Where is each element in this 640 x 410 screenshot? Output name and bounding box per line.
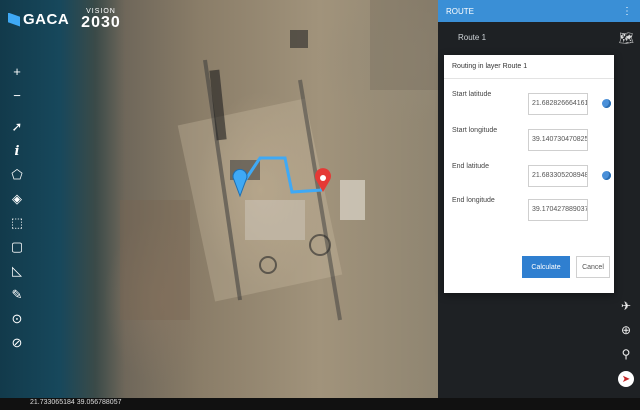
route-list-item[interactable]: Route 1 🗺 — [438, 22, 640, 52]
extent-icon: ▢ — [10, 239, 24, 254]
end-longitude-field: End longitude 39.1704278890378 — [444, 197, 614, 223]
pick-location-icon[interactable] — [602, 99, 611, 108]
compass-icon: ⊙ — [11, 311, 23, 326]
airplane-icon[interactable]: ✈ — [616, 295, 636, 317]
pencil-icon: ✎ — [11, 287, 23, 302]
more-options-icon[interactable]: ⋮ — [622, 6, 632, 17]
end-longitude-label: End longitude — [452, 197, 495, 204]
start-latitude-field: Start latitude 21.6828266641615 — [444, 91, 614, 117]
zoom-in-button[interactable]: + — [6, 60, 28, 82]
info-tool-button[interactable]: i — [6, 140, 28, 162]
cursor-arrow-icon: ➚ — [11, 119, 23, 134]
app-window: GACA VISION 2030 + − ➚ i ⬠ ◈ ⬚ ▢ ◺ ✎ ⊙ ⊘… — [0, 0, 640, 410]
map-icon[interactable]: 🗺 — [619, 31, 634, 45]
extent-tool-button[interactable]: ▢ — [6, 236, 28, 258]
left-toolbar: + − ➚ i ⬠ ◈ ⬚ ▢ ◺ ✎ ⊙ ⊘ — [6, 60, 28, 356]
route-name: Route 1 — [458, 32, 487, 42]
vision-year: 2030 — [81, 14, 121, 31]
start-latitude-label: Start latitude — [452, 91, 492, 98]
end-latitude-input[interactable]: 21.6833052089489 — [528, 165, 588, 187]
plus-icon: + — [13, 63, 21, 79]
start-longitude-field: Start longitude 39.140730470825 — [444, 127, 614, 153]
start-longitude-input[interactable]: 39.140730470825 — [528, 129, 588, 151]
compass-rose-icon[interactable]: ➤ — [618, 371, 634, 387]
gaca-logo: GACA VISION 2030 — [8, 8, 121, 31]
calculate-button[interactable]: Calculate — [522, 256, 570, 278]
start-longitude-label: Start longitude — [452, 127, 498, 134]
start-latitude-input[interactable]: 21.6828266641615 — [528, 93, 588, 115]
polygon-tool-button[interactable]: ⬠ — [6, 164, 28, 186]
cancel-button[interactable]: Cancel — [576, 256, 610, 278]
satellite-dish-icon[interactable]: ⚲ — [616, 343, 636, 365]
panel-header: ROUTE ⋮ — [438, 0, 640, 22]
gaca-mark: GACA — [8, 11, 69, 28]
polygon-icon: ⬠ — [11, 167, 23, 182]
end-longitude-input[interactable]: 39.1704278890378 — [528, 199, 588, 221]
north-arrow-icon: ⊘ — [11, 335, 23, 350]
gaca-emblem-icon — [8, 12, 20, 27]
satellite-map[interactable]: GACA VISION 2030 + − ➚ i ⬠ ◈ ⬚ ▢ ◺ ✎ ⊙ ⊘ — [0, 0, 438, 398]
end-latitude-field: End latitude 21.6833052089489 — [444, 163, 614, 189]
end-latitude-label: End latitude — [452, 163, 489, 170]
coordinate-readout: 21.733065184 39.056788057 — [30, 399, 122, 406]
zoom-out-button[interactable]: − — [6, 84, 28, 106]
select-tool-button[interactable]: ➚ — [6, 116, 28, 138]
vision-2030-logo: VISION 2030 — [81, 8, 121, 31]
globe-icon[interactable]: ⊕ — [616, 319, 636, 341]
info-icon: i — [14, 143, 20, 159]
measure-tool-button[interactable]: ◺ — [6, 260, 28, 282]
minus-icon: − — [13, 87, 21, 103]
map-overlay — [120, 0, 438, 321]
panel-title: ROUTE — [446, 6, 474, 16]
rectangle-tool-button[interactable]: ⬚ — [6, 212, 28, 234]
gaca-brand-text: GACA — [23, 11, 70, 28]
fill-tool-button[interactable]: ◈ — [6, 188, 28, 210]
ruler-triangle-icon: ◺ — [12, 263, 22, 278]
paint-bucket-icon: ◈ — [12, 191, 22, 206]
pick-location-icon[interactable] — [602, 171, 611, 180]
draw-tool-button[interactable]: ✎ — [6, 284, 28, 306]
right-icon-bar: ✈ ⊕ ⚲ ➤ — [616, 295, 636, 387]
north-arrow-button[interactable]: ⊘ — [6, 332, 28, 354]
dialog-title: Routing in layer Route 1 — [444, 55, 614, 79]
rectangle-select-icon: ⬚ — [10, 215, 24, 230]
compass-button[interactable]: ⊙ — [6, 308, 28, 330]
status-bar: 21.733065184 39.056788057 — [0, 398, 640, 410]
routing-dialog: Routing in layer Route 1 Start latitude … — [444, 55, 614, 293]
